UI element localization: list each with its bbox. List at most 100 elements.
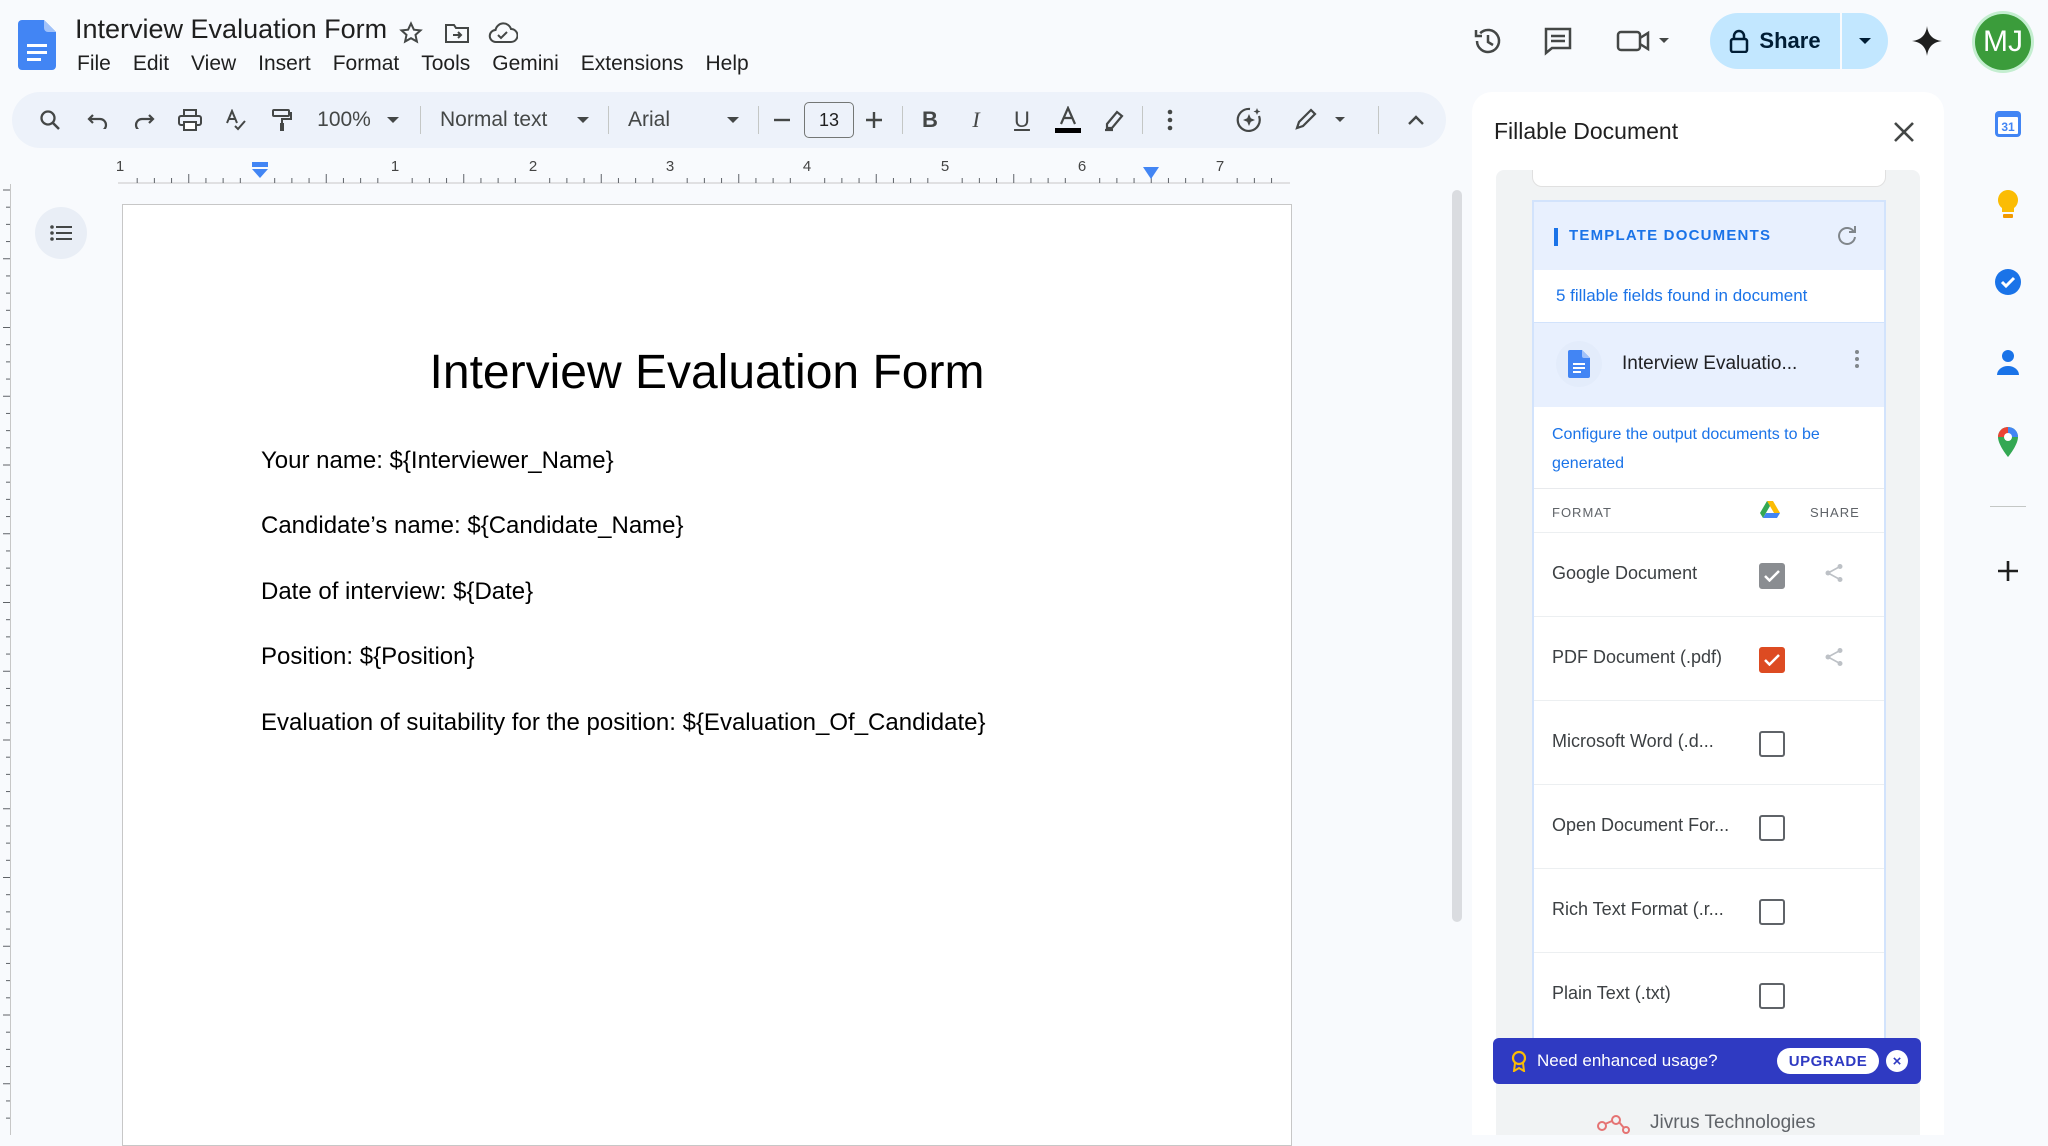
template-document-row[interactable]: Interview Evaluatio... <box>1534 322 1884 407</box>
menu-file[interactable]: File <box>66 50 122 78</box>
vertical-ruler[interactable] <box>0 184 11 1135</box>
template-more-icon[interactable] <box>1854 349 1860 374</box>
version-history-icon[interactable] <box>1465 18 1511 64</box>
menu-insert[interactable]: Insert <box>247 50 322 78</box>
share-icon[interactable] <box>1824 563 1844 588</box>
doc-line-position[interactable]: Position: ${Position} <box>261 643 474 671</box>
menu-view[interactable]: View <box>180 50 247 78</box>
maps-icon[interactable] <box>1988 422 2028 462</box>
underline-icon[interactable]: U <box>1004 92 1040 148</box>
ruler-label: 4 <box>802 158 812 175</box>
editing-mode-icon[interactable] <box>1290 92 1350 148</box>
font-caret-icon[interactable] <box>724 92 742 148</box>
decrease-font-size-icon[interactable] <box>768 92 796 148</box>
document-page[interactable]: Interview Evaluation Form Your name: ${I… <box>122 204 1292 1146</box>
format-checkbox-word[interactable] <box>1759 731 1785 757</box>
left-indent-marker-icon[interactable] <box>251 162 269 185</box>
format-checkbox-google-doc[interactable] <box>1759 563 1785 589</box>
lock-icon <box>1730 29 1749 53</box>
comments-icon[interactable] <box>1535 18 1581 64</box>
upgrade-prompt: Need enhanced usage? <box>1537 1051 1718 1070</box>
section-title: TEMPLATE DOCUMENTS <box>1569 227 1772 244</box>
doc-line-evaluation[interactable]: Evaluation of suitability for the positi… <box>261 709 985 737</box>
configure-output-text: Configure the output documents to be gen… <box>1552 426 1820 472</box>
print-icon[interactable] <box>174 92 206 148</box>
horizontal-ruler[interactable]: 1 1 2 3 4 5 6 7 <box>116 156 1290 185</box>
menu-extensions[interactable]: Extensions <box>570 50 695 78</box>
zoom-value[interactable]: 100% <box>314 92 374 148</box>
checkmark-icon <box>1764 654 1780 666</box>
tasks-icon[interactable] <box>1988 262 2028 302</box>
keep-icon[interactable] <box>1988 184 2028 224</box>
bold-icon[interactable]: B <box>912 92 948 148</box>
paint-format-icon[interactable] <box>266 92 298 148</box>
style-caret-icon[interactable] <box>574 92 592 148</box>
share-icon[interactable] <box>1824 647 1844 672</box>
ruler-label: 6 <box>1077 158 1087 175</box>
font-size-input[interactable]: 13 <box>804 102 854 138</box>
undo-icon[interactable] <box>82 92 114 148</box>
document-outline-button[interactable] <box>35 207 87 259</box>
upgrade-button[interactable]: UPGRADE <box>1777 1048 1879 1074</box>
brand-name: Jivrus Technologies <box>1650 1112 1816 1133</box>
menu-gemini[interactable]: Gemini <box>481 50 570 78</box>
paragraph-style-select[interactable]: Normal text <box>440 92 580 148</box>
ruler-label: 3 <box>665 158 675 175</box>
share-dropdown-button[interactable] <box>1840 13 1888 69</box>
docs-logo-icon[interactable] <box>18 20 56 70</box>
spellcheck-icon[interactable] <box>220 92 252 148</box>
share-button[interactable]: Share <box>1710 13 1888 69</box>
menu-format[interactable]: Format <box>322 50 411 78</box>
document-title[interactable]: Interview Evaluation Form <box>75 14 387 45</box>
format-checkbox-rtf[interactable] <box>1759 899 1785 925</box>
meet-icon[interactable] <box>1612 18 1682 64</box>
caret-down-icon <box>1859 38 1871 44</box>
upgrade-banner: Need enhanced usage? UPGRADE × <box>1493 1038 1921 1084</box>
format-row-odt: Open Document For... <box>1534 784 1884 869</box>
panel-title: Fillable Document <box>1494 118 1679 144</box>
menu-help[interactable]: Help <box>695 50 760 78</box>
template-name: Interview Evaluatio... <box>1622 353 1798 374</box>
format-name: Google Document <box>1552 563 1698 583</box>
refresh-icon[interactable] <box>1836 224 1858 251</box>
document-scrollbar[interactable] <box>1452 190 1462 922</box>
dismiss-upgrade-icon[interactable]: × <box>1886 1050 1908 1072</box>
increase-font-size-icon[interactable] <box>860 92 888 148</box>
text-color-icon[interactable] <box>1050 92 1086 148</box>
contacts-icon[interactable] <box>1988 342 2028 382</box>
italic-icon[interactable]: I <box>958 92 994 148</box>
redo-icon[interactable] <box>128 92 160 148</box>
google-drive-icon <box>1760 501 1780 524</box>
cloud-saved-icon[interactable] <box>488 18 518 48</box>
doc-line-date[interactable]: Date of interview: ${Date} <box>261 578 533 606</box>
calendar-icon[interactable]: 31 <box>1988 104 2028 144</box>
menu-tools[interactable]: Tools <box>410 50 481 78</box>
ruler-label: 2 <box>528 158 538 175</box>
gemini-sparkle-icon[interactable] <box>1904 18 1950 64</box>
add-icon[interactable] <box>1988 551 2028 591</box>
search-menus-icon[interactable] <box>34 92 66 148</box>
format-checkbox-txt[interactable] <box>1759 983 1785 1009</box>
outline-list-icon <box>50 225 72 241</box>
format-checkbox-pdf[interactable] <box>1759 647 1785 673</box>
format-checkbox-odt[interactable] <box>1759 815 1785 841</box>
zoom-caret-icon[interactable] <box>384 92 402 148</box>
format-row-rtf: Rich Text Format (.r... <box>1534 868 1884 953</box>
menu-edit[interactable]: Edit <box>122 50 180 78</box>
right-indent-marker-icon[interactable] <box>1143 166 1159 184</box>
highlight-color-icon[interactable] <box>1096 92 1132 148</box>
document-heading[interactable]: Interview Evaluation Form <box>123 345 1291 400</box>
move-folder-icon[interactable] <box>442 18 472 48</box>
add-on-sparkle-icon[interactable] <box>1230 92 1268 148</box>
font-family-select[interactable]: Arial <box>628 92 728 148</box>
template-documents-card: TEMPLATE DOCUMENTS 5 fillable fields fou… <box>1532 200 1886 1044</box>
doc-line-interviewer[interactable]: Your name: ${Interviewer_Name} <box>261 447 614 475</box>
star-icon[interactable] <box>396 18 426 48</box>
more-options-icon[interactable] <box>1156 92 1184 148</box>
avatar[interactable]: MJ <box>1975 14 2031 70</box>
format-row-pdf: PDF Document (.pdf) <box>1534 616 1884 701</box>
close-panel-icon[interactable] <box>1884 114 1924 150</box>
collapse-menus-icon[interactable] <box>1400 92 1432 148</box>
doc-line-candidate[interactable]: Candidate’s name: ${Candidate_Name} <box>261 512 684 540</box>
svg-text:31: 31 <box>2001 120 2015 134</box>
